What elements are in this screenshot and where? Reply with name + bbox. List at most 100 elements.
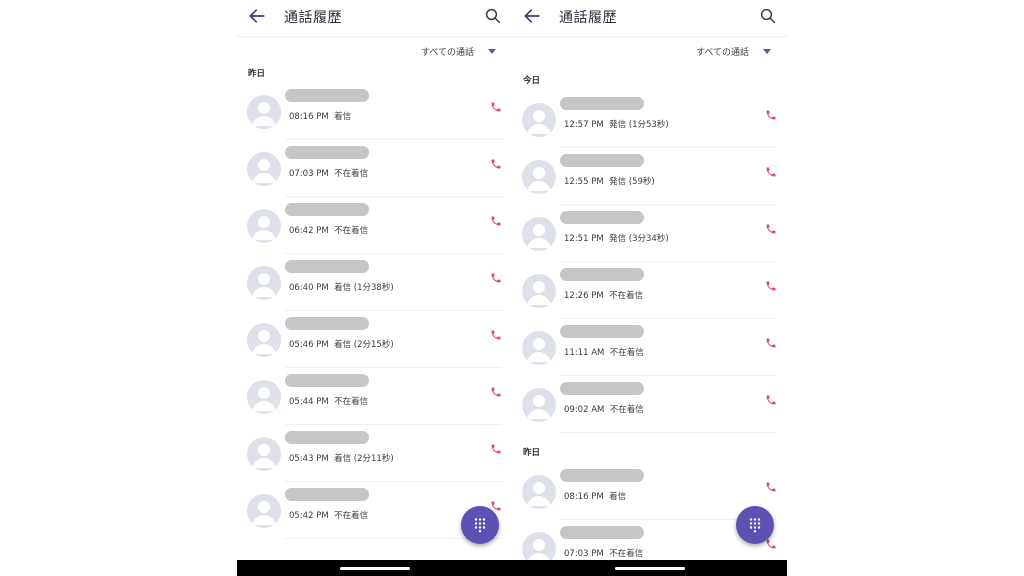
arrow-left-icon[interactable] — [247, 6, 267, 26]
contact-name-redacted — [560, 268, 644, 281]
person-icon — [252, 102, 276, 126]
system-nav-bar — [512, 560, 787, 576]
avatar — [247, 380, 281, 414]
dialpad-button[interactable] — [461, 506, 499, 544]
person-icon — [527, 395, 551, 419]
call-log-row[interactable]: 08:16 PM 着信 — [237, 83, 512, 140]
app-bar: 通話履歴 — [237, 0, 512, 37]
call-details: 08:16 PM 着信 — [289, 110, 351, 122]
person-icon — [527, 281, 551, 305]
call-list: 08:16 PM 着信 07:03 PM 不在着信 06:42 PM 不在着信 06:… — [237, 83, 512, 539]
call-log-row[interactable]: 05:43 PM 着信 (2分11秒) — [237, 425, 512, 482]
phone-icon[interactable] — [490, 329, 502, 341]
phone-icon[interactable] — [765, 337, 777, 349]
call-time: 06:40 PM — [289, 283, 329, 293]
avatar — [247, 152, 281, 186]
home-indicator[interactable] — [339, 567, 410, 570]
call-time: 05:46 PM — [289, 340, 329, 350]
call-time: 08:16 PM — [289, 112, 329, 122]
contact-name-redacted — [285, 89, 369, 102]
call-log-row[interactable]: 06:40 PM 着信 (1分38秒) — [237, 254, 512, 311]
call-time: 12:55 PM — [564, 177, 604, 187]
call-status: 着信 (2分11秒) — [334, 454, 394, 464]
avatar — [522, 160, 556, 194]
home-indicator[interactable] — [614, 567, 685, 570]
contact-name-redacted — [285, 260, 369, 273]
search-icon[interactable] — [759, 7, 777, 25]
avatar — [247, 209, 281, 243]
call-time: 05:43 PM — [289, 454, 329, 464]
person-icon — [252, 444, 276, 468]
person-icon — [527, 338, 551, 362]
call-list: 12:57 PM 発信 (1分53秒) 12:55 PM 発信 (59秒) 12:5… — [512, 91, 787, 433]
call-status: 不在着信 — [334, 397, 369, 407]
call-log-row[interactable]: 09:02 AM 不在着信 — [512, 376, 787, 433]
phone-icon[interactable] — [765, 109, 777, 121]
call-status: 発信 (59秒) — [609, 177, 655, 187]
phone-icon[interactable] — [490, 272, 502, 284]
call-details: 06:40 PM 着信 (1分38秒) — [289, 281, 394, 293]
dialpad-button[interactable] — [736, 506, 774, 544]
call-time: 05:44 PM — [289, 397, 329, 407]
contact-name-redacted — [560, 382, 644, 395]
call-filter-dropdown[interactable]: すべての通話 — [421, 44, 496, 58]
call-log-row[interactable]: 06:42 PM 不在着信 — [237, 197, 512, 254]
call-time: 06:42 PM — [289, 226, 329, 236]
call-log-row[interactable]: 11:11 AM 不在着信 — [512, 319, 787, 376]
contact-name-redacted — [560, 97, 644, 110]
section-header: 今日 — [523, 76, 541, 86]
phone-icon[interactable] — [490, 101, 502, 113]
call-log-row[interactable]: 12:51 PM 発信 (3分34秒) — [512, 205, 787, 262]
phone-icon[interactable] — [765, 394, 777, 406]
avatar — [522, 103, 556, 137]
call-log-row[interactable]: 05:44 PM 不在着信 — [237, 368, 512, 425]
caret-down-icon — [488, 48, 496, 54]
call-details: 05:42 PM 不在着信 — [289, 509, 368, 521]
contact-name-redacted — [285, 374, 369, 387]
contact-name-redacted — [285, 203, 369, 216]
phone-icon[interactable] — [765, 481, 777, 493]
avatar — [522, 274, 556, 308]
person-icon — [527, 224, 551, 248]
phone-icon[interactable] — [765, 223, 777, 235]
dialpad-icon — [474, 518, 486, 533]
call-time: 12:57 PM — [564, 120, 604, 130]
call-time: 09:02 AM — [564, 405, 605, 415]
person-icon — [252, 330, 276, 354]
contact-name-redacted — [285, 317, 369, 330]
phone-icon[interactable] — [765, 166, 777, 178]
call-status: 着信 — [609, 492, 627, 502]
call-filter-label: すべての通話 — [695, 47, 749, 58]
call-log-row[interactable]: 07:03 PM 不在着信 — [237, 140, 512, 197]
phone-icon[interactable] — [765, 280, 777, 292]
call-log-row[interactable]: 12:55 PM 発信 (59秒) — [512, 148, 787, 205]
call-log-row[interactable]: 12:57 PM 発信 (1分53秒) — [512, 91, 787, 148]
phone-icon[interactable] — [490, 215, 502, 227]
contact-name-redacted — [560, 211, 644, 224]
phone-icon[interactable] — [490, 386, 502, 398]
call-status: 発信 (3分34秒) — [609, 234, 669, 244]
app-bar: 通話履歴 — [512, 0, 787, 37]
phone-icon[interactable] — [490, 443, 502, 455]
call-details: 12:26 PM 不在着信 — [564, 289, 643, 301]
contact-name-redacted — [285, 146, 369, 159]
call-log-row[interactable]: 05:46 PM 着信 (2分15秒) — [237, 311, 512, 368]
avatar — [247, 494, 281, 528]
call-status: 着信 (2分15秒) — [334, 340, 394, 350]
search-icon[interactable] — [484, 7, 502, 25]
contact-name-redacted — [560, 469, 644, 482]
call-status: 不在着信 — [609, 348, 644, 358]
phone-icon[interactable] — [490, 158, 502, 170]
call-time: 07:03 PM — [564, 549, 604, 559]
avatar — [247, 266, 281, 300]
contact-name-redacted — [285, 431, 369, 444]
person-icon — [527, 482, 551, 506]
contact-name-redacted — [560, 526, 644, 539]
section-header: 昨日 — [248, 69, 266, 79]
arrow-left-icon[interactable] — [522, 6, 542, 26]
contact-name-redacted — [560, 325, 644, 338]
call-filter-dropdown[interactable]: すべての通話 — [696, 44, 771, 58]
call-time: 07:03 PM — [289, 169, 329, 179]
call-details: 09:02 AM 不在着信 — [564, 403, 644, 415]
call-log-row[interactable]: 12:26 PM 不在着信 — [512, 262, 787, 319]
